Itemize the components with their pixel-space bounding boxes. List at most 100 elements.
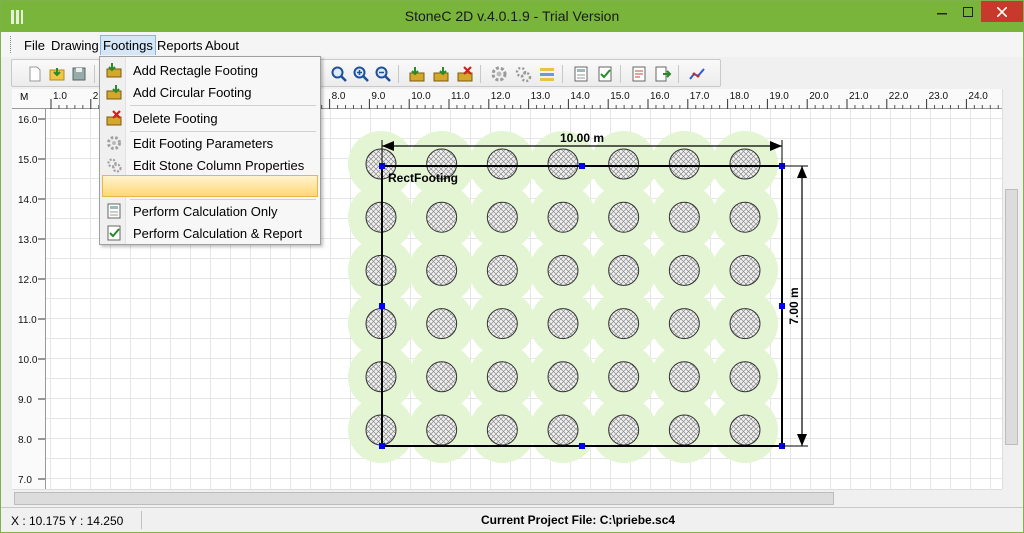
- ruler-label: 11.0: [451, 91, 470, 102]
- menu-add-circ-footing[interactable]: Add Circular Footing: [102, 81, 318, 103]
- zoom-out-icon[interactable]: [374, 65, 392, 83]
- layers-tool-icon[interactable]: [538, 65, 556, 83]
- ruler-label: 15.0: [18, 155, 38, 166]
- menu-item-label: Perform Calculation & Report: [133, 226, 303, 241]
- stone-column: [486, 201, 518, 233]
- stone-column: [486, 414, 518, 446]
- ruler-label: 12.0: [18, 275, 38, 286]
- stone-column: [668, 361, 700, 393]
- project-file-status: Current Project File: C:\priebe.sc4: [481, 513, 676, 527]
- menu-footings[interactable]: Footings: [100, 35, 156, 55]
- report-check-icon: [107, 225, 121, 241]
- ruler-left-ticks: 16.0 15.0 14.0 13.0 12.0 11.0 10.0 9.0 8.0 7.0: [18, 115, 45, 486]
- stone-column: [486, 148, 518, 180]
- maximize-button[interactable]: [955, 1, 981, 22]
- minimize-button[interactable]: [929, 1, 955, 22]
- menu-grip: [10, 36, 13, 53]
- ruler-label: 21.0: [849, 91, 869, 102]
- stone-column: [608, 414, 640, 446]
- zoom-in-icon[interactable]: [352, 65, 370, 83]
- close-button[interactable]: [981, 1, 1023, 22]
- ruler-label: 18.0: [730, 91, 750, 102]
- app-window: StoneC 2D v.4.0.1.9 - Trial Version File…: [0, 0, 1024, 533]
- calculator-icon: [107, 203, 121, 219]
- horizontal-scroll-thumb[interactable]: [14, 492, 834, 505]
- vertical-scrollbar[interactable]: [1002, 89, 1019, 489]
- menu-item-label: Edit Stone Column Properties: [133, 158, 305, 173]
- menu-reports[interactable]: Reports: [155, 38, 205, 53]
- add-circ-footing-tool-icon[interactable]: [432, 65, 450, 83]
- stone-column: [486, 361, 518, 393]
- dimension-arrow: [797, 434, 807, 446]
- menu-item-label: Delete Footing: [133, 111, 218, 126]
- stone-column: [608, 148, 640, 180]
- menu-perform-calculation[interactable]: Perform Calculation Only: [102, 200, 318, 222]
- menu-drawing[interactable]: Drawing: [49, 38, 101, 53]
- ruler-label: 7.0: [18, 475, 32, 486]
- footing-handle: [779, 303, 785, 309]
- stone-column: [668, 414, 700, 446]
- maximize-icon: [963, 6, 973, 17]
- close-icon: [997, 6, 1007, 17]
- stone-column: [547, 414, 579, 446]
- stone-column: [729, 148, 761, 180]
- add-rect-footing-tool-icon[interactable]: [408, 65, 426, 83]
- menu-edit-stone-column-properties[interactable]: Edit Stone Column Properties: [102, 154, 318, 176]
- menu-delete-footing[interactable]: Delete Footing: [102, 107, 318, 129]
- footing-handle: [579, 443, 585, 449]
- stone-column: [426, 201, 458, 233]
- stone-column: [547, 148, 579, 180]
- ruler-label: 23.0: [929, 91, 949, 102]
- report-view-icon[interactable]: [630, 65, 648, 83]
- ruler-label: 8.0: [18, 435, 32, 446]
- delete-footing-tool-icon[interactable]: [456, 65, 474, 83]
- ruler-label: 1.0: [53, 91, 67, 102]
- calculator-tool-icon[interactable]: [572, 65, 590, 83]
- menu-file[interactable]: File: [22, 38, 47, 53]
- footing-handle: [579, 163, 585, 169]
- minimize-icon: [937, 12, 947, 14]
- footing-label: RectFooting: [388, 171, 458, 185]
- horizontal-scrollbar[interactable]: [12, 489, 1002, 506]
- ruler-label: 14.0: [570, 91, 590, 102]
- gear-tool-icon[interactable]: [490, 65, 508, 83]
- new-file-icon[interactable]: [26, 65, 44, 83]
- add-circ-footing-icon: [106, 85, 122, 100]
- chart-icon[interactable]: [688, 65, 706, 83]
- zoom-fit-icon[interactable]: [330, 65, 348, 83]
- ruler-label: 14.0: [18, 195, 38, 206]
- ruler-label: 13.0: [531, 91, 551, 102]
- ruler-label: 12.0: [491, 91, 511, 102]
- save-icon[interactable]: [70, 65, 88, 83]
- stone-column: [668, 308, 700, 340]
- stone-column: [547, 361, 579, 393]
- menu-item-label: Add Rectagle Footing: [133, 63, 259, 78]
- footing-handle: [379, 443, 385, 449]
- stone-column: [486, 254, 518, 286]
- menu-edit-footing-parameters[interactable]: Edit Footing Parameters: [102, 132, 318, 154]
- open-file-icon[interactable]: [48, 65, 66, 83]
- stone-column: [668, 148, 700, 180]
- menu-item-label: Add Circular Footing: [133, 85, 252, 100]
- gears-tool-icon[interactable]: [514, 65, 532, 83]
- stone-column: [729, 308, 761, 340]
- export-report-icon[interactable]: [654, 65, 672, 83]
- ruler-label: 24.0: [968, 91, 988, 102]
- window-title: StoneC 2D v.4.0.1.9 - Trial Version: [404, 8, 620, 24]
- add-rect-footing-icon: [106, 63, 122, 78]
- ruler-label: 8.0: [332, 91, 346, 102]
- ruler-label: 16.0: [650, 91, 670, 102]
- stone-column: [608, 201, 640, 233]
- vertical-scroll-thumb[interactable]: [1005, 189, 1018, 445]
- footing-handle: [379, 303, 385, 309]
- dimension-arrow: [797, 166, 807, 178]
- report-check-tool-icon[interactable]: [596, 65, 614, 83]
- ruler-label: 11.0: [18, 315, 37, 326]
- menu-about[interactable]: About: [203, 38, 241, 53]
- menu-perform-calculation-report[interactable]: Perform Calculation & Report: [102, 222, 318, 244]
- stone-column: [486, 308, 518, 340]
- stone-column: [426, 361, 458, 393]
- menu-highlighted-item[interactable]: [102, 175, 318, 197]
- menu-add-rect-footing[interactable]: Add Rectagle Footing: [102, 59, 318, 81]
- status-bar: X : 10.175 Y : 14.250 Current Project Fi…: [1, 507, 1023, 532]
